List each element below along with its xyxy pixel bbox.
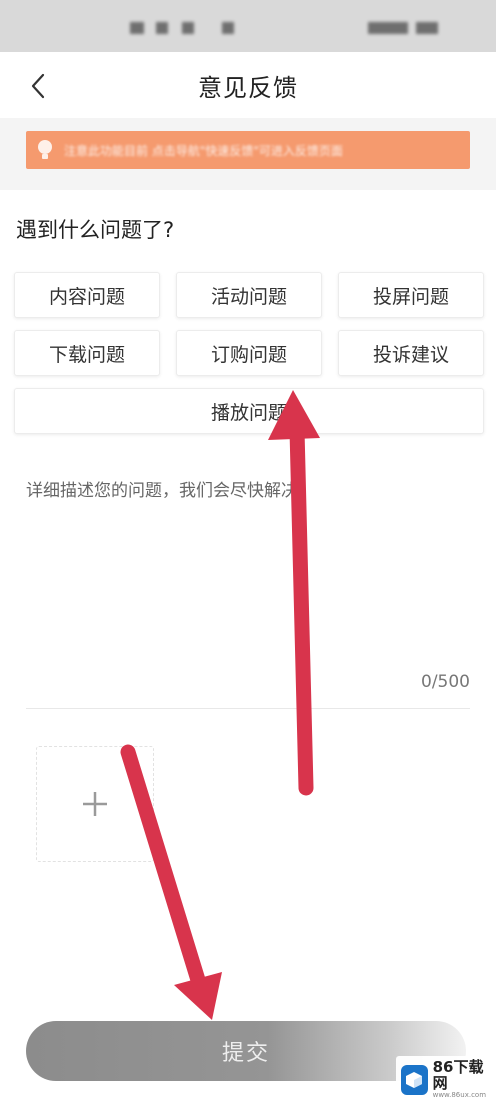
notice-text: 注意此功能目前 点击导航"快速反馈"可进入反馈页面 xyxy=(64,143,343,158)
status-icon xyxy=(368,22,408,34)
category-cast-button[interactable]: 投屏问题 xyxy=(338,272,484,318)
box-icon xyxy=(406,1071,423,1088)
watermark: 86下载网 www.86ux.com xyxy=(396,1056,496,1103)
nav-bar: 意见反馈 xyxy=(0,52,496,118)
plus-icon xyxy=(83,792,107,816)
status-icon xyxy=(130,22,144,34)
description-input[interactable] xyxy=(26,476,470,666)
category-download-button[interactable]: 下载问题 xyxy=(14,330,160,376)
description-area xyxy=(26,476,470,666)
notice-banner: 注意此功能目前 点击导航"快速反馈"可进入反馈页面 xyxy=(26,131,470,169)
watermark-title: 86下载网 xyxy=(432,1058,484,1092)
divider xyxy=(26,708,470,709)
notice-section: 注意此功能目前 点击导航"快速反馈"可进入反馈页面 xyxy=(0,118,496,190)
add-image-button[interactable] xyxy=(36,746,154,862)
page-title: 意见反馈 xyxy=(198,74,298,102)
status-icon xyxy=(182,22,194,34)
category-playback-button[interactable]: 播放问题 xyxy=(14,388,484,434)
watermark-logo-icon xyxy=(401,1064,428,1095)
status-icon xyxy=(222,22,234,34)
status-icon xyxy=(416,22,438,34)
category-activity-button[interactable]: 活动问题 xyxy=(176,272,322,318)
char-counter: 0/500 xyxy=(421,672,470,692)
question-label: 遇到什么问题了? xyxy=(16,218,175,242)
status-icon xyxy=(156,22,168,34)
category-content-button[interactable]: 内容问题 xyxy=(14,272,160,318)
lightbulb-icon xyxy=(38,140,52,159)
category-order-button[interactable]: 订购问题 xyxy=(176,330,322,376)
watermark-url: www.86ux.com xyxy=(432,1091,487,1099)
category-complaint-button[interactable]: 投诉建议 xyxy=(338,330,484,376)
status-bar xyxy=(0,0,496,52)
